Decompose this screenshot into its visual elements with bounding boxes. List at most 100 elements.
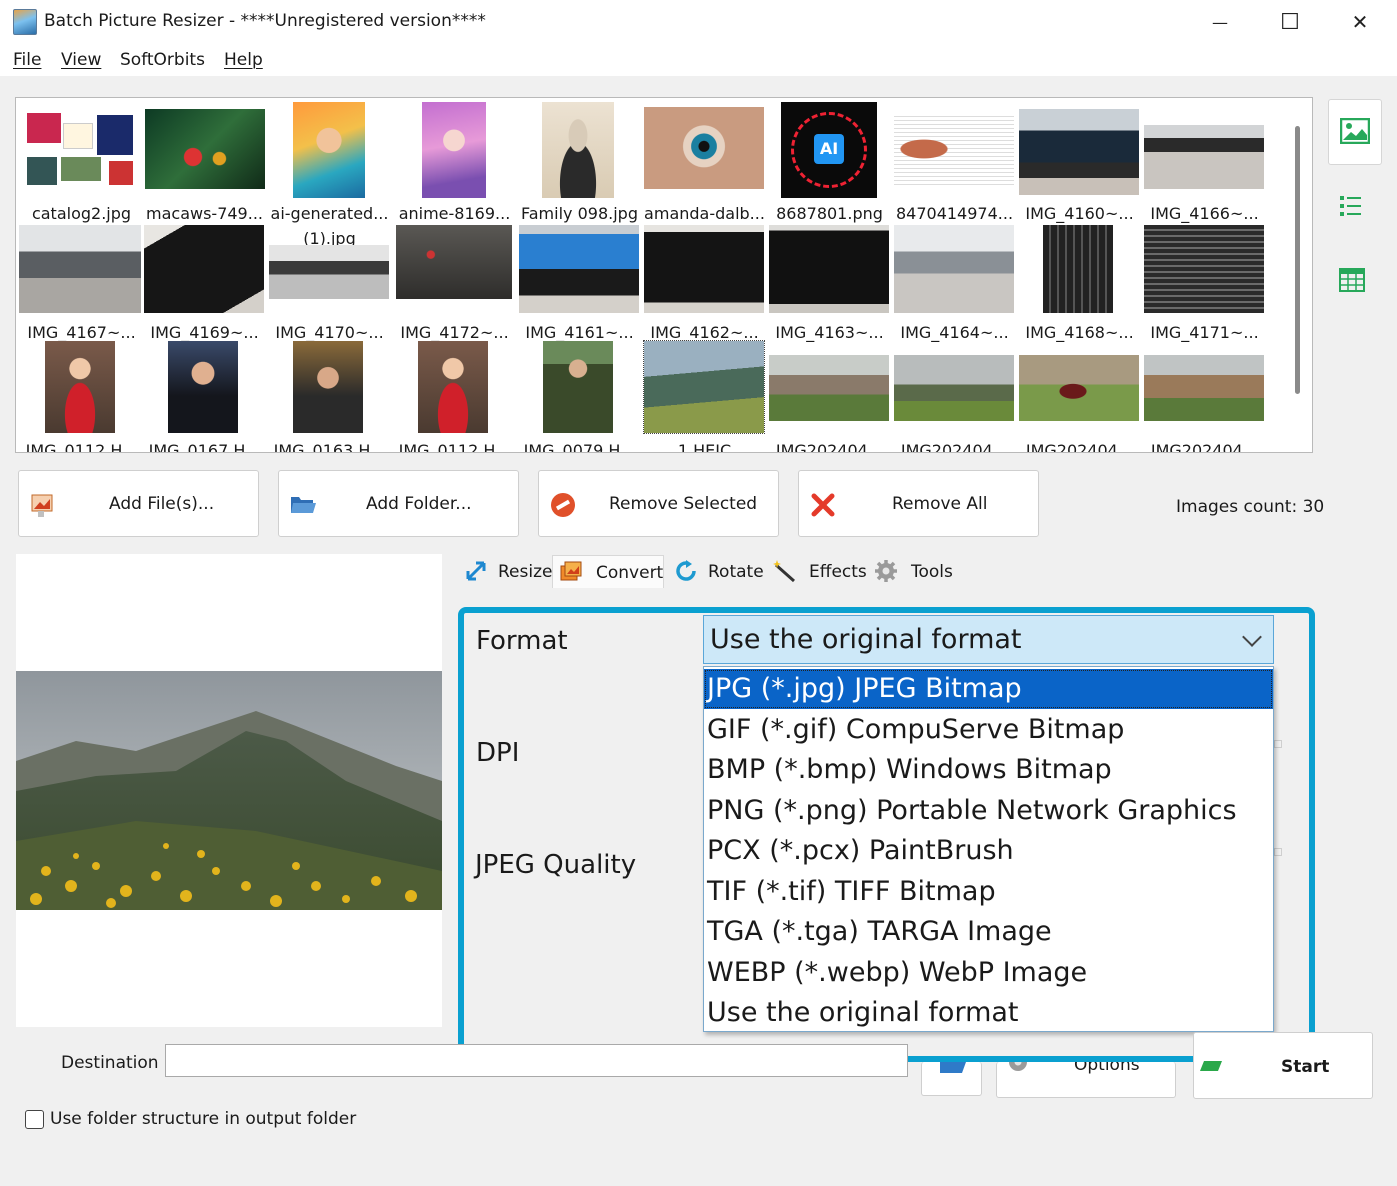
add-folder-label: Add Folder...: [366, 494, 472, 514]
format-option-tga[interactable]: TGA (*.tga) TARGA Image: [704, 912, 1273, 952]
format-dropdown[interactable]: Use the original format: [703, 615, 1274, 664]
thumbnail-image: [644, 225, 764, 313]
thumbnail-caption: IMG_0112.H...: [25, 441, 138, 453]
thumbnail-scrollbar[interactable]: [1295, 126, 1300, 394]
preview-landscape: [16, 671, 442, 910]
add-folder-button[interactable]: Add Folder...: [278, 470, 519, 537]
folder-structure-label: Use folder structure in output folder: [50, 1109, 357, 1129]
thumbnail-caption: IMG202404...: [1025, 441, 1134, 453]
tab-resize[interactable]: Resize: [456, 555, 553, 588]
thumbnail-caption: IMG_0163.H...: [273, 441, 386, 453]
folder-icon: [291, 497, 316, 513]
thumbnail-caption: 8470414974...: [895, 204, 1014, 223]
tab-effects[interactable]: Effects: [768, 555, 867, 588]
thumbnail-image: [293, 341, 363, 433]
thumbnail-caption: 8687801.png: [776, 204, 883, 223]
format-option-tif[interactable]: TIF (*.tif) TIFF Bitmap: [704, 872, 1273, 912]
tab-convert-label: Convert: [596, 563, 664, 583]
thumbnail-caption: Family 098.jpg: [521, 204, 638, 223]
thumbnail-caption: IMG_4167~...: [27, 323, 136, 342]
thumbnail-caption: IMG_4160~...: [1025, 204, 1134, 223]
remove-selected-label: Remove Selected: [609, 494, 758, 514]
format-option-webp[interactable]: WEBP (*.webp) WebP Image: [704, 953, 1273, 993]
menu-file[interactable]: File: [13, 50, 41, 70]
add-image-icon: [31, 494, 53, 517]
destination-input[interactable]: [165, 1044, 908, 1077]
thumbnail-view-button[interactable]: [1328, 99, 1382, 165]
format-option-png[interactable]: PNG (*.png) Portable Network Graphics: [704, 791, 1273, 831]
thumbnail-image: [168, 341, 238, 433]
quality-spinner-edge: [1274, 848, 1282, 856]
tab-resize-label: Resize: [498, 562, 553, 582]
format-label: Format: [476, 626, 568, 656]
thumbnail-image: [144, 225, 264, 313]
destination-label: Destination: [61, 1053, 159, 1073]
remove-selected-icon: [551, 493, 575, 517]
thumbnail-image: [145, 109, 265, 189]
jpeg-quality-label: JPEG Quality: [475, 850, 637, 880]
thumbnail-caption: IMG_0079.H...: [523, 441, 636, 453]
start-button[interactable]: Start: [1193, 1032, 1373, 1099]
add-files-label: Add File(s)...: [109, 494, 215, 514]
menu-view[interactable]: View: [61, 50, 101, 70]
thumbnail-caption: IMG_4171~...: [1150, 323, 1259, 342]
thumbnail-image: [644, 107, 764, 189]
thumbnail-caption: catalog2.jpg: [31, 204, 132, 223]
thumbnail-image: [542, 102, 614, 198]
thumbnail-caption: IMG202404...: [900, 441, 1009, 453]
list-view-button[interactable]: [1336, 193, 1372, 221]
table-view-button[interactable]: [1336, 266, 1372, 298]
app-icon: [13, 9, 37, 35]
thumbnail-image: [1019, 355, 1139, 421]
thumbnail-list[interactable]: catalog2.jpg macaws-749... ai-generated.…: [15, 97, 1313, 453]
thumbnail-caption: IMG_4168~...: [1025, 323, 1134, 342]
format-option-jpg[interactable]: JPG (*.jpg) JPEG Bitmap: [704, 669, 1273, 709]
browse-folder-button[interactable]: [921, 1062, 982, 1096]
close-button[interactable]: ✕: [1325, 0, 1395, 44]
tab-tools-label: Tools: [911, 562, 953, 582]
thumbnail-caption: IMG202404...: [775, 441, 884, 453]
maximize-icon: ☐: [1280, 9, 1300, 35]
format-option-pcx[interactable]: PCX (*.pcx) PaintBrush: [704, 831, 1273, 871]
menu-softorbits[interactable]: SoftOrbits: [120, 50, 205, 70]
thumbnail-caption: IMG_4162~...: [650, 323, 759, 342]
tab-convert[interactable]: Convert: [552, 555, 664, 588]
thumbnail-image: [519, 225, 639, 313]
rotate-icon: [676, 560, 696, 581]
thumbnail-image: [769, 355, 889, 421]
menu-help[interactable]: Help: [224, 50, 263, 70]
tab-effects-label: Effects: [809, 562, 867, 582]
thumbnail-image: [894, 113, 1014, 185]
minimize-button[interactable]: —: [1185, 0, 1255, 44]
thumbnail-image: AI: [781, 102, 877, 198]
remove-selected-button[interactable]: Remove Selected: [538, 470, 779, 537]
format-option-original[interactable]: Use the original format: [704, 993, 1273, 1033]
thumbnail-image: [269, 245, 389, 299]
thumbnail-image: [422, 102, 486, 198]
chevron-down-icon: [1242, 627, 1262, 647]
remove-all-button[interactable]: Remove All: [798, 470, 1039, 537]
convert-icon: [560, 561, 582, 581]
thumbnail-image: [894, 355, 1014, 421]
format-option-bmp[interactable]: BMP (*.bmp) Windows Bitmap: [704, 750, 1273, 790]
tab-tools[interactable]: Tools: [868, 555, 956, 588]
add-files-button[interactable]: Add File(s)...: [18, 470, 259, 537]
thumbnail-image: [1144, 355, 1264, 421]
options-button[interactable]: Options: [996, 1062, 1176, 1098]
thumbnail-image: [643, 340, 765, 434]
thumbnail-caption: IMG202404...: [1150, 441, 1259, 453]
thumbnail-caption: IMG_0112.H...: [398, 441, 511, 453]
thumbnail-image: [396, 225, 512, 299]
remove-all-icon: [811, 493, 835, 517]
options-label: Options: [1074, 1062, 1140, 1075]
thumbnail-image: [45, 341, 115, 433]
thumbnail-caption: anime-8169...: [398, 204, 511, 223]
tab-rotate[interactable]: Rotate: [668, 555, 766, 588]
thumbnail-image: [1043, 225, 1113, 313]
folder-structure-checkbox[interactable]: [25, 1110, 44, 1129]
format-options-list[interactable]: JPG (*.jpg) JPEG Bitmap GIF (*.gif) Comp…: [703, 666, 1274, 1032]
maximize-button[interactable]: ☐: [1255, 0, 1325, 44]
magic-wand-icon: [773, 560, 795, 583]
format-option-gif[interactable]: GIF (*.gif) CompuServe Bitmap: [704, 710, 1273, 750]
start-icon: [1200, 1061, 1222, 1071]
